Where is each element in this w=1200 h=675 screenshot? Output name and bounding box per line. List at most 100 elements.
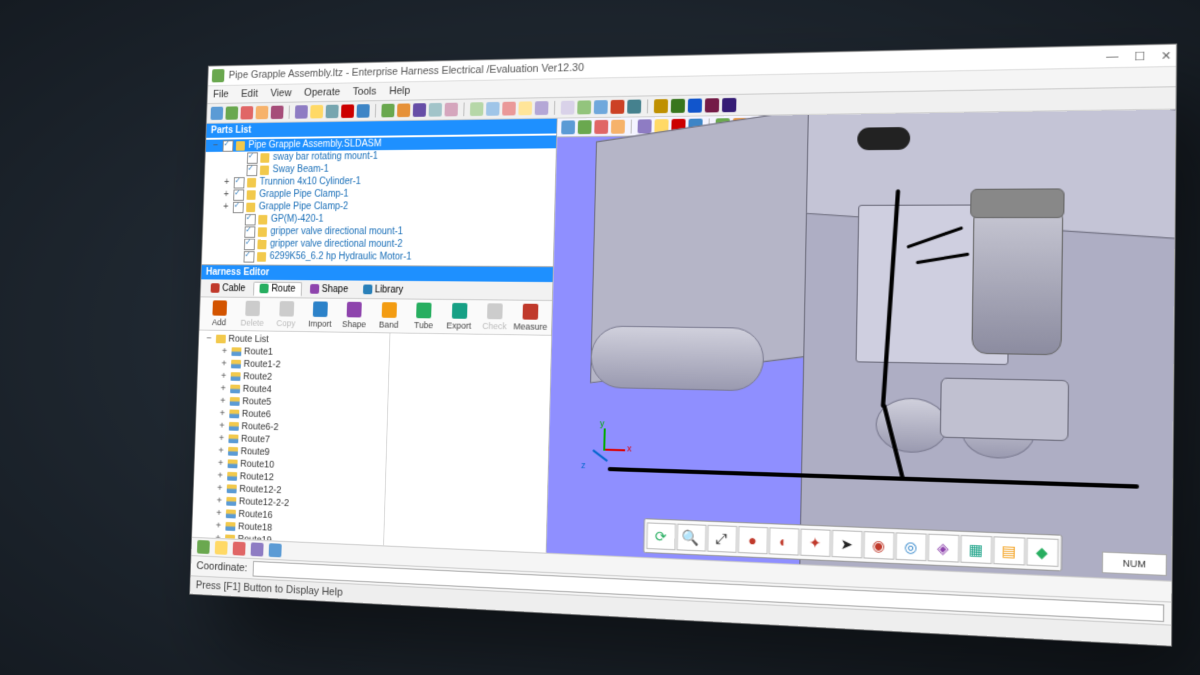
viewport-3d[interactable]: x y z ⟳🔍⤢●◐✦➤◉◎◈▦▤◆ NUM xyxy=(547,110,1176,581)
toolbar-icon[interactable] xyxy=(654,99,668,113)
menu-file[interactable]: File xyxy=(213,89,229,101)
toolbar-icon[interactable] xyxy=(486,102,500,116)
route-icon xyxy=(230,397,240,406)
checkbox-icon[interactable] xyxy=(244,226,255,237)
cmd-shape[interactable]: Shape xyxy=(338,300,372,331)
part-row[interactable]: GP(M)-420-1 xyxy=(203,213,554,226)
checkbox-icon[interactable] xyxy=(244,238,255,249)
toolbar-icon[interactable] xyxy=(671,99,685,113)
part-icon xyxy=(260,165,269,175)
part-row[interactable]: gripper valve directional mount-1 xyxy=(203,225,554,238)
toolbar-icon[interactable] xyxy=(610,100,624,114)
toolbar-icon[interactable] xyxy=(535,101,549,115)
harness-editor-panel: Harness Editor CableRouteShapeLibrary Ad… xyxy=(192,265,553,552)
view-tool-icon[interactable] xyxy=(578,120,592,134)
part-row[interactable]: 6299K56_6.2 hp Hydraulic Motor-1 xyxy=(202,250,553,264)
toolbar-icon[interactable] xyxy=(577,100,591,114)
menu-operate[interactable]: Operate xyxy=(304,86,340,98)
viewport-tool-button[interactable]: ◐ xyxy=(768,527,799,555)
toolbar-icon[interactable] xyxy=(627,100,641,114)
route-label: Route2 xyxy=(243,371,272,382)
cmd-measure[interactable]: Measure xyxy=(513,302,548,334)
part-row[interactable]: +Grapple Pipe Clamp-1 xyxy=(204,187,555,201)
checkbox-icon[interactable] xyxy=(233,201,244,212)
viewport-tool-button[interactable]: ➤ xyxy=(831,530,862,559)
toolbar-icon[interactable] xyxy=(502,102,516,116)
cmd-label: Import xyxy=(308,319,332,329)
cmd-band[interactable]: Band xyxy=(372,300,406,332)
toolbar-icon[interactable] xyxy=(295,105,308,119)
viewport-tool-button[interactable]: ✦ xyxy=(799,529,830,557)
toolbar-icon[interactable] xyxy=(225,106,238,119)
toolbar-icon[interactable] xyxy=(326,105,339,119)
toolbar-icon[interactable] xyxy=(429,103,442,117)
menu-tools[interactable]: Tools xyxy=(353,86,377,98)
viewport-tool-button[interactable]: ◈ xyxy=(927,534,959,563)
toolbar-icon[interactable] xyxy=(444,103,458,117)
lower-tool-icon[interactable] xyxy=(269,543,282,557)
checkbox-icon[interactable] xyxy=(233,189,244,200)
maximize-button[interactable]: ☐ xyxy=(1134,49,1145,63)
toolbar-icon[interactable] xyxy=(722,98,736,112)
add-icon xyxy=(212,300,227,315)
toolbar-icon[interactable] xyxy=(310,105,323,119)
viewport-tool-button[interactable]: ◉ xyxy=(863,531,894,560)
close-button[interactable]: ✕ xyxy=(1161,48,1172,62)
toolbar-icon[interactable] xyxy=(470,102,484,116)
toolbar-icon[interactable] xyxy=(594,100,608,114)
route-tree[interactable]: −Route List+Route1+Route1-2+Route2+Route… xyxy=(192,331,391,546)
checkbox-icon[interactable] xyxy=(223,140,234,151)
cmd-delete: Delete xyxy=(236,299,269,330)
view-tool-icon[interactable] xyxy=(638,119,652,133)
checkbox-icon[interactable] xyxy=(245,214,256,225)
band-icon xyxy=(381,302,396,318)
lower-tool-icon[interactable] xyxy=(197,540,210,554)
lower-tool-icon[interactable] xyxy=(251,542,264,556)
toolbar-icon[interactable] xyxy=(381,104,394,118)
menu-view[interactable]: View xyxy=(270,87,292,99)
toolbar-icon[interactable] xyxy=(561,101,575,115)
toolbar-icon[interactable] xyxy=(397,103,410,117)
viewport-tool-button[interactable]: ▦ xyxy=(960,535,992,564)
viewport-tool-button[interactable]: ▤ xyxy=(993,536,1025,565)
view-tool-icon[interactable] xyxy=(611,120,625,134)
toolbar-icon[interactable] xyxy=(210,107,223,120)
viewport-tool-button[interactable]: ◎ xyxy=(895,532,927,561)
cmd-add[interactable]: Add xyxy=(203,298,235,329)
tab-library[interactable]: Library xyxy=(356,282,410,297)
toolbar-icon[interactable] xyxy=(357,104,370,118)
menu-edit[interactable]: Edit xyxy=(241,88,258,100)
part-row[interactable]: +Grapple Pipe Clamp-2 xyxy=(204,200,555,213)
toolbar-icon[interactable] xyxy=(413,103,426,117)
tab-cable[interactable]: Cable xyxy=(204,281,252,296)
viewport-tool-button[interactable]: ◆ xyxy=(1026,538,1059,567)
view-tool-icon[interactable] xyxy=(561,120,575,134)
cmd-import[interactable]: Import xyxy=(303,299,336,330)
tab-shape[interactable]: Shape xyxy=(303,282,355,297)
toolbar-icon[interactable] xyxy=(256,106,269,119)
viewport-tool-button[interactable]: ● xyxy=(737,526,767,554)
view-tool-icon[interactable] xyxy=(594,120,608,134)
viewport-tool-button[interactable]: ⤢ xyxy=(707,525,737,553)
toolbar-icon[interactable] xyxy=(518,101,532,115)
viewport-tool-button[interactable]: 🔍 xyxy=(676,524,706,552)
checkbox-icon[interactable] xyxy=(244,251,255,262)
canvas-3d[interactable]: x y z ⟳🔍⤢●◐✦➤◉◎◈▦▤◆ NUM xyxy=(547,129,1176,581)
toolbar-icon[interactable] xyxy=(271,106,284,119)
checkbox-icon[interactable] xyxy=(247,152,258,163)
toolbar-icon[interactable] xyxy=(705,98,719,112)
toolbar-icon[interactable] xyxy=(341,104,354,118)
menu-help[interactable]: Help xyxy=(389,85,410,97)
tab-route[interactable]: Route xyxy=(253,281,302,296)
route-detail-pane xyxy=(384,333,551,552)
checkbox-icon[interactable] xyxy=(234,177,245,188)
lower-tool-icon[interactable] xyxy=(215,541,228,555)
checkbox-icon[interactable] xyxy=(246,164,257,175)
cmd-export[interactable]: Export xyxy=(442,301,476,333)
toolbar-icon[interactable] xyxy=(688,98,702,112)
minimize-button[interactable]: — xyxy=(1106,50,1118,64)
lower-tool-icon[interactable] xyxy=(233,542,246,556)
toolbar-icon[interactable] xyxy=(240,106,253,119)
cmd-tube[interactable]: Tube xyxy=(407,300,441,332)
viewport-tool-button[interactable]: ⟳ xyxy=(646,522,676,550)
